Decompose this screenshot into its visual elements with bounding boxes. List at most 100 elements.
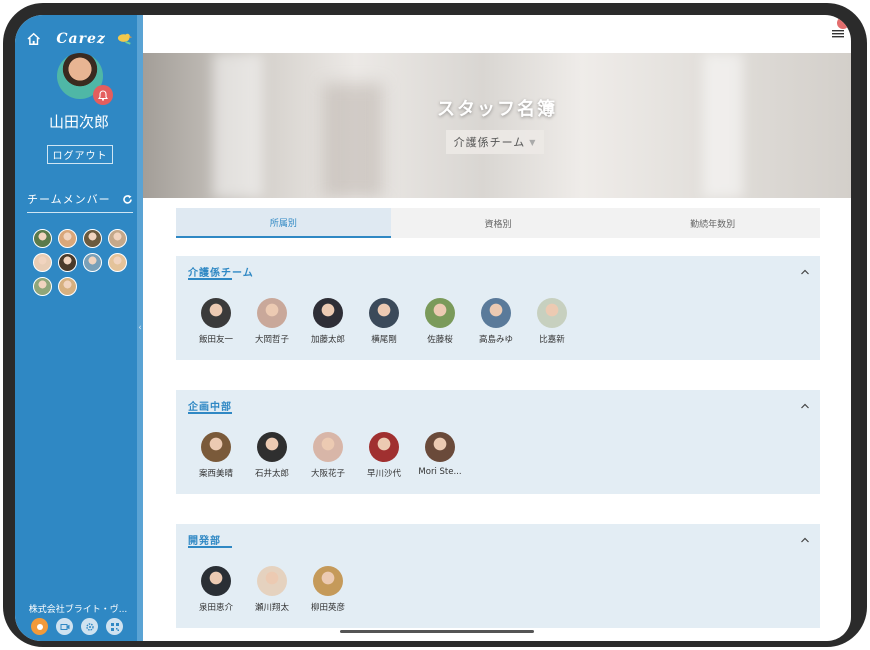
sidebar: Carez 山田次郎 ログアウト チームメンバー ‹ 株式会社ブライト・ヴ...: [15, 15, 143, 641]
chevron-down-icon: ▼: [529, 137, 537, 147]
staff-avatar: [313, 298, 343, 328]
tab-qualification[interactable]: 資格別: [391, 208, 606, 238]
sidebar-footer-icons: [31, 618, 123, 635]
team-member-avatar[interactable]: [108, 253, 127, 272]
staff-member[interactable]: 横尾剛: [356, 298, 412, 345]
staff-avatar: [313, 432, 343, 462]
member-list: 飯田友一 大岡哲子 加藤太郎 横尾剛 佐藤桜 高島みゆ 比嘉新: [188, 298, 580, 345]
section-title: 開発部: [188, 536, 221, 547]
staff-avatar: [369, 298, 399, 328]
section-title: 企画中部: [188, 402, 232, 413]
staff-member[interactable]: 飯田友一: [188, 298, 244, 345]
staff-name: 大阪花子: [310, 469, 345, 479]
video-icon[interactable]: [56, 618, 73, 635]
staff-name: 案西美晴: [198, 469, 233, 479]
team-member-avatar[interactable]: [108, 229, 127, 248]
staff-name: 加藤太郎: [310, 335, 345, 345]
home-indicator: [340, 630, 534, 633]
staff-name: 早川沙代: [366, 469, 401, 479]
team-select-value: 介護係チーム: [453, 136, 526, 149]
staff-name: 横尾剛: [371, 335, 397, 345]
tab-affiliation[interactable]: 所属別: [176, 208, 391, 238]
collapse-chevron-icon[interactable]: [800, 268, 810, 276]
bell-icon: [98, 89, 108, 101]
staff-member[interactable]: 佐藤桜: [412, 298, 468, 345]
staff-avatar: [313, 566, 343, 596]
staff-name: 比嘉新: [539, 335, 565, 345]
team-member-avatars: [33, 229, 129, 296]
team-select-dropdown[interactable]: 介護係チーム ▼: [446, 130, 544, 154]
staff-avatar: [257, 298, 287, 328]
staff-name: 泉田恵介: [198, 603, 233, 613]
staff-avatar: [481, 298, 511, 328]
staff-member[interactable]: 瀬川翔太: [244, 566, 300, 613]
refresh-icon[interactable]: [122, 194, 133, 205]
hero-banner: スタッフ名簿 介護係チーム ▼: [143, 53, 851, 198]
staff-name: 大岡哲子: [254, 335, 289, 345]
staff-avatar: [201, 432, 231, 462]
team-member-avatar[interactable]: [58, 229, 77, 248]
tablet-frame: Carez 山田次郎 ログアウト チームメンバー ‹ 株式会社ブライト・ヴ...…: [3, 3, 867, 647]
notification-dot: [837, 17, 849, 29]
staff-name: 瀬川翔太: [254, 603, 289, 613]
staff-member[interactable]: 案西美晴: [188, 432, 244, 479]
screen: Carez 山田次郎 ログアウト チームメンバー ‹ 株式会社ブライト・ヴ...…: [15, 15, 851, 641]
staff-name: 柳田英彦: [310, 603, 345, 613]
staff-member[interactable]: Mori Ste...: [412, 432, 468, 479]
sidebar-header: Carez: [27, 27, 133, 51]
staff-member[interactable]: 大阪花子: [300, 432, 356, 479]
staff-avatar: [201, 566, 231, 596]
staff-member[interactable]: 加藤太郎: [300, 298, 356, 345]
profile-icon[interactable]: [31, 618, 48, 635]
staff-member[interactable]: 石井太郎: [244, 432, 300, 479]
logout-button[interactable]: ログアウト: [47, 145, 113, 164]
tab-years-of-service[interactable]: 勤続年数別: [605, 208, 820, 238]
team-members-label: チームメンバー: [27, 193, 111, 206]
team-member-avatar[interactable]: [83, 253, 102, 272]
staff-name: 佐藤桜: [427, 335, 453, 345]
section-planning: 企画中部 案西美晴 石井太郎 大阪花子 早川沙代 Mori Ste...: [176, 390, 820, 494]
bird-logo-icon: [117, 33, 133, 45]
page-title: スタッフ名簿: [437, 99, 557, 120]
brand-logo: Carez: [56, 31, 106, 47]
team-member-avatar[interactable]: [33, 229, 52, 248]
staff-member[interactable]: 柳田英彦: [300, 566, 356, 613]
user-name: 山田次郎: [48, 113, 109, 131]
member-list: 泉田恵介 瀬川翔太 柳田英彦: [188, 566, 356, 613]
notification-bell-button[interactable]: [93, 85, 113, 105]
collapse-chevron-icon[interactable]: [800, 402, 810, 410]
staff-avatar: [425, 298, 455, 328]
qr-code-icon[interactable]: [106, 618, 123, 635]
staff-name: 高島みゆ: [478, 335, 513, 345]
staff-member[interactable]: 泉田恵介: [188, 566, 244, 613]
settings-icon[interactable]: [81, 618, 98, 635]
staff-member[interactable]: 早川沙代: [356, 432, 412, 479]
staff-name: Mori Ste...: [418, 467, 462, 477]
team-member-avatar[interactable]: [83, 229, 102, 248]
staff-avatar: [369, 432, 399, 462]
section-title: 介護係チーム: [188, 268, 254, 279]
company-name: 株式会社ブライト・ヴ...: [28, 605, 128, 615]
staff-avatar: [537, 298, 567, 328]
team-member-avatar[interactable]: [33, 253, 52, 272]
collapse-chevron-icon[interactable]: [800, 536, 810, 544]
staff-avatar: [425, 432, 455, 462]
team-member-avatar[interactable]: [58, 253, 77, 272]
collapse-sidebar-icon[interactable]: ‹: [137, 323, 143, 333]
team-member-avatar[interactable]: [58, 277, 77, 296]
staff-name: 石井太郎: [254, 469, 289, 479]
user-avatar[interactable]: [57, 53, 113, 105]
team-member-avatar[interactable]: [33, 277, 52, 296]
staff-avatar: [257, 432, 287, 462]
staff-member[interactable]: 比嘉新: [524, 298, 580, 345]
member-list: 案西美晴 石井太郎 大阪花子 早川沙代 Mori Ste...: [188, 432, 468, 479]
home-icon[interactable]: [27, 32, 40, 46]
section-care-team: 介護係チーム 飯田友一 大岡哲子 加藤太郎 横尾剛 佐藤桜 高島みゆ 比嘉新: [176, 256, 820, 360]
staff-member[interactable]: 高島みゆ: [468, 298, 524, 345]
staff-avatar: [201, 298, 231, 328]
staff-avatar: [257, 566, 287, 596]
staff-name: 飯田友一: [198, 335, 233, 345]
team-members-header: チームメンバー: [27, 191, 133, 213]
filter-tabs: 所属別 資格別 勤続年数別: [176, 208, 820, 238]
staff-member[interactable]: 大岡哲子: [244, 298, 300, 345]
